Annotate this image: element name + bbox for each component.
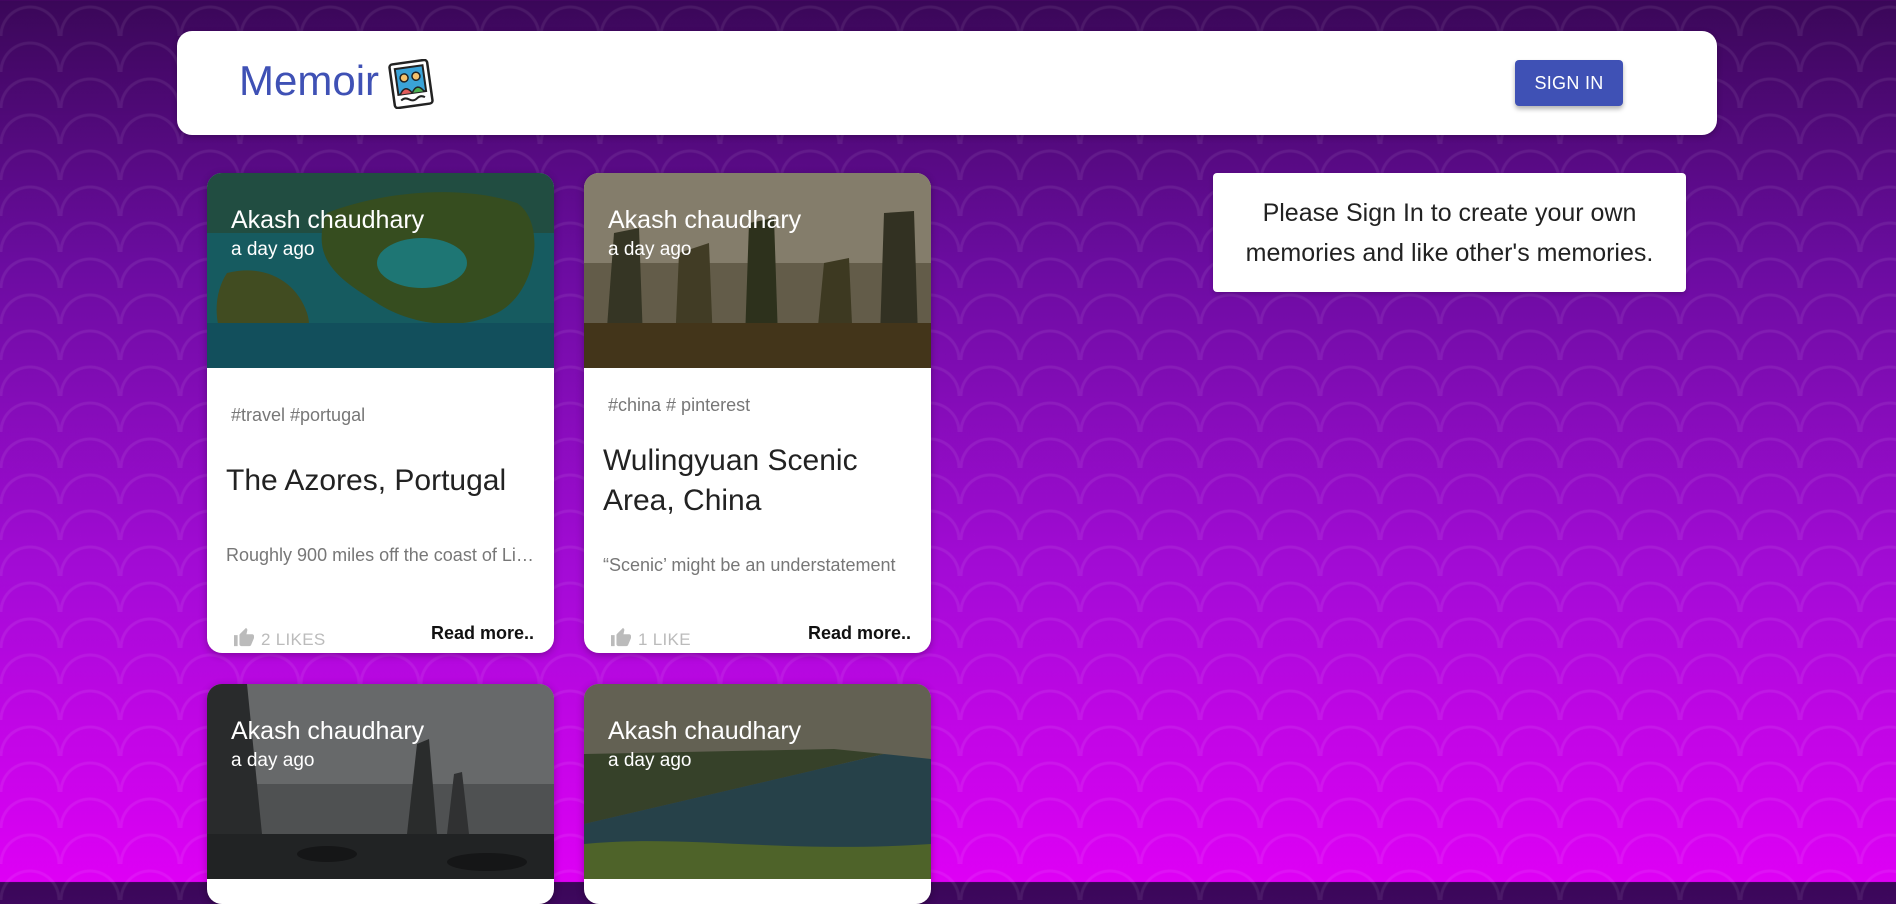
card-image: Akash chaudhary a day ago (207, 684, 554, 879)
card-excerpt: “Scenic’ might be an understatement (603, 555, 896, 575)
card-image: Akash chaudhary a day ago (207, 173, 554, 368)
card-author: Akash chaudhary (608, 717, 802, 745)
card-excerpt: Roughly 900 miles off the coast of Lisbo… (226, 545, 536, 565)
sign-in-button[interactable]: SIGN IN (1515, 60, 1623, 106)
card-author: Akash chaudhary (231, 717, 425, 745)
like-count: 2 LIKES (261, 629, 326, 649)
card-title: Wulingyuan Scenic Area, China (603, 444, 858, 517)
card-tags: #travel #portugal (231, 405, 366, 425)
brand-title[interactable]: Memoir (239, 57, 379, 105)
notice-text: Please Sign In to create your own memori… (1245, 198, 1654, 267)
card-timestamp: a day ago (231, 239, 315, 260)
card-author: Akash chaudhary (608, 206, 802, 234)
read-more-link[interactable]: Read more.. (808, 623, 911, 644)
read-more-link[interactable]: Read more.. (431, 623, 534, 644)
sign-in-notice: Please Sign In to create your own memori… (1213, 173, 1686, 292)
photo-frame-icon (387, 58, 435, 110)
memory-card[interactable]: Akash chaudhary a day ago (584, 684, 931, 904)
memory-card[interactable]: Akash chaudhary a day ago #china # pinte… (584, 173, 931, 653)
thumb-up-icon (610, 627, 632, 652)
thumb-up-icon (233, 627, 255, 652)
memory-card[interactable]: Akash chaudhary a day ago #travel #portu… (207, 173, 554, 653)
card-timestamp: a day ago (608, 239, 692, 260)
card-timestamp: a day ago (608, 750, 692, 771)
card-title: The Azores, Portugal (226, 464, 507, 497)
card-timestamp: a day ago (231, 750, 315, 771)
card-image: Akash chaudhary a day ago (584, 684, 931, 879)
app-bar: Memoir SIGN IN (177, 31, 1717, 135)
like-button[interactable]: 1 LIKE (610, 627, 691, 652)
like-count: 1 LIKE (638, 629, 691, 649)
card-tags: #china # pinterest (608, 395, 751, 415)
card-image: Akash chaudhary a day ago (584, 173, 931, 368)
memory-card[interactable]: Akash chaudhary a day ago (207, 684, 554, 904)
like-button[interactable]: 2 LIKES (233, 627, 325, 652)
card-author: Akash chaudhary (231, 206, 425, 234)
